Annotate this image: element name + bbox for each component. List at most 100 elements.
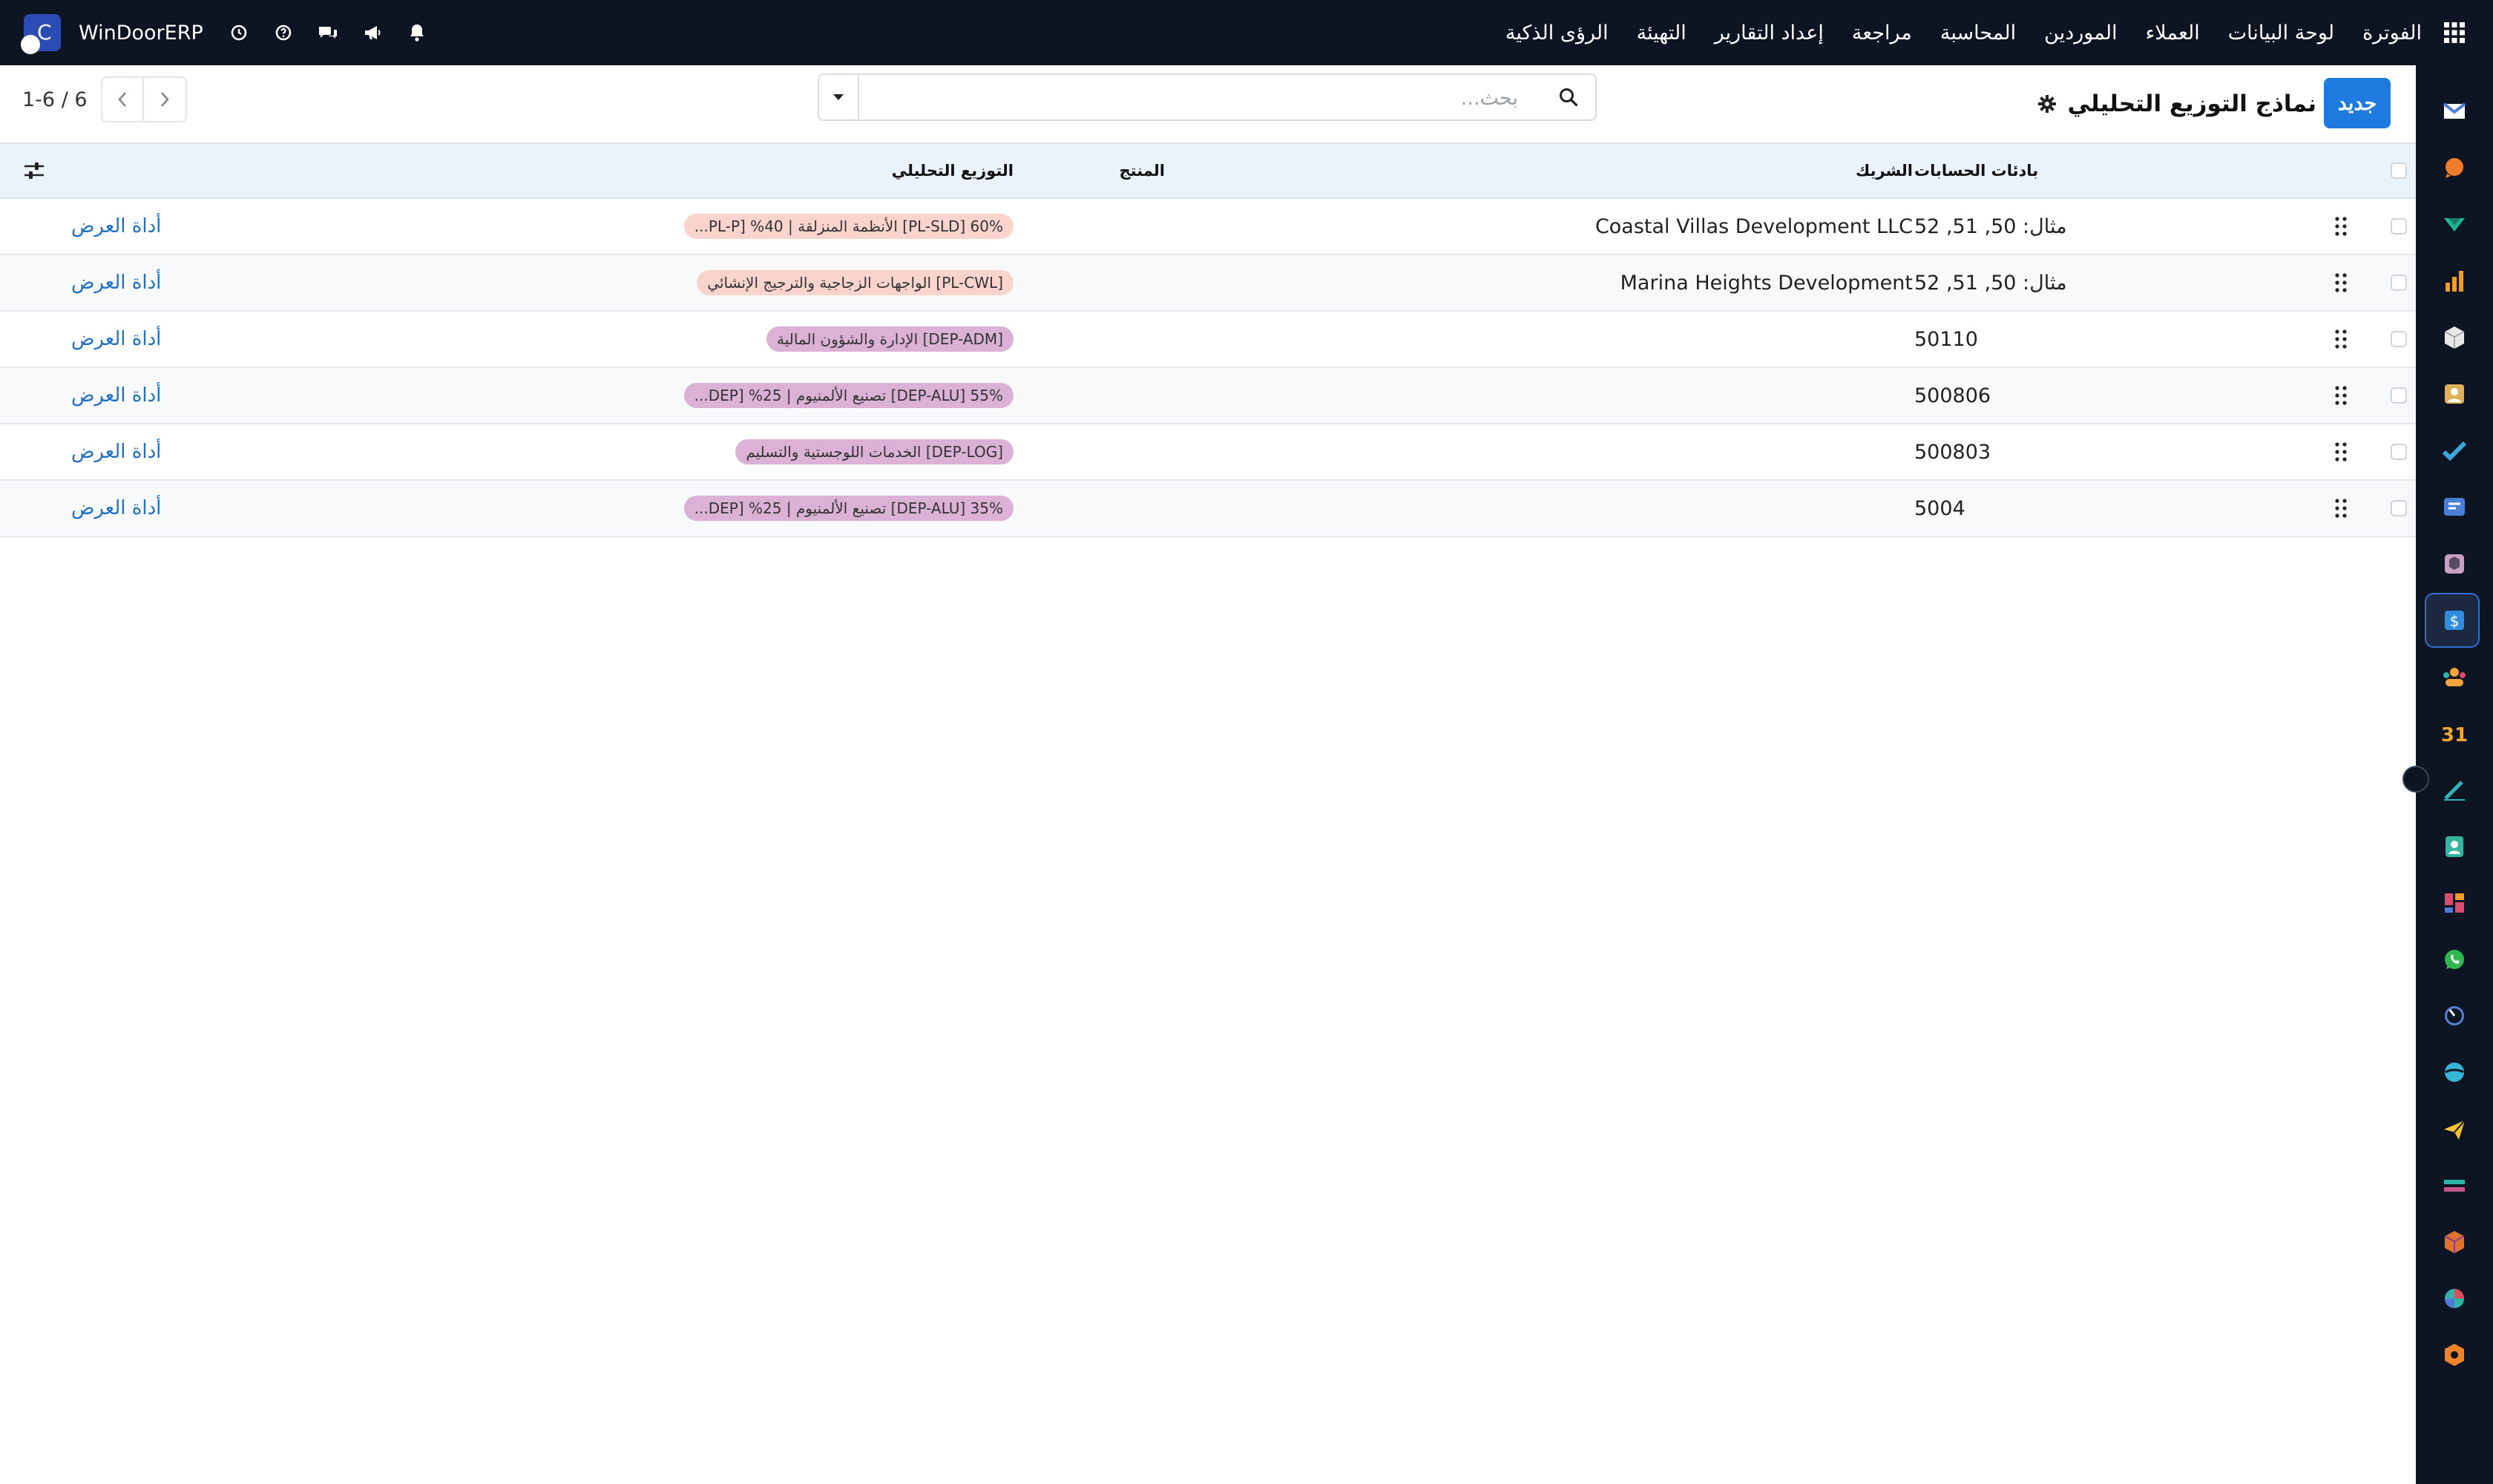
cube-icon[interactable] bbox=[2436, 1224, 2473, 1261]
cell-partner[interactable]: Marina Heights Development bbox=[1157, 255, 1913, 310]
cell-product[interactable] bbox=[1024, 481, 1165, 536]
cell-partner[interactable] bbox=[1157, 481, 1913, 536]
grid-icon[interactable] bbox=[2440, 18, 2469, 47]
pager-next-button[interactable] bbox=[143, 76, 187, 122]
cell-partner[interactable]: Coastal Villas Development LLC bbox=[1157, 199, 1913, 254]
view-tool-link[interactable]: أداة العرض bbox=[71, 328, 161, 350]
bell-icon[interactable] bbox=[402, 18, 432, 47]
table-row[interactable]: 5004 35% [DEP-ALU] تصنيع الألمنيوم | 25% … bbox=[0, 481, 2416, 537]
cell-partner[interactable] bbox=[1157, 368, 1913, 423]
box-icon[interactable] bbox=[2436, 545, 2473, 582]
accounting-icon[interactable]: $ bbox=[2436, 602, 2473, 639]
clock-icon[interactable] bbox=[224, 18, 254, 47]
send-icon[interactable] bbox=[2436, 1111, 2473, 1148]
cell-accounts[interactable]: 500803 bbox=[1914, 424, 2300, 479]
column-header-product[interactable]: المنتج bbox=[1024, 144, 1165, 197]
calendar-icon[interactable]: 31 bbox=[2436, 715, 2473, 752]
row-checkbox[interactable] bbox=[2391, 387, 2407, 404]
row-checkbox[interactable] bbox=[2391, 331, 2407, 347]
column-header-distribution[interactable]: التوزيع التحليلي bbox=[668, 144, 1014, 197]
hexagon-icon[interactable] bbox=[2436, 1336, 2473, 1373]
whatsapp-icon[interactable] bbox=[2436, 941, 2473, 978]
cell-accounts[interactable]: 500806 bbox=[1914, 368, 2300, 423]
view-tool-link[interactable]: أداة العرض bbox=[71, 272, 161, 294]
view-tool-link[interactable]: أداة العرض bbox=[71, 497, 161, 519]
cell-distribution[interactable]: 35% [DEP-ALU] تصنيع الألمنيوم | 25% [DEP… bbox=[668, 481, 1014, 536]
company-logo[interactable]: C bbox=[21, 14, 61, 54]
inventory-icon[interactable] bbox=[2436, 319, 2473, 356]
cell-partner[interactable] bbox=[1157, 424, 1913, 479]
sidebar-toggle[interactable] bbox=[2402, 766, 2429, 792]
dashboard-icon[interactable] bbox=[2436, 884, 2473, 922]
search-options-toggle[interactable] bbox=[819, 75, 859, 119]
menu-dashboard[interactable]: لوحة البيانات bbox=[2228, 22, 2334, 45]
pager-value[interactable]: 1-6 / 6 bbox=[22, 88, 88, 111]
view-tool-link[interactable]: أداة العرض bbox=[71, 215, 161, 237]
table-row[interactable]: 500806 55% [DEP-ALU] تصنيع الألمنيوم | 25… bbox=[0, 368, 2416, 424]
stripe-icon[interactable] bbox=[2436, 1167, 2473, 1204]
cell-accounts[interactable]: مثال: 50, 51, 52 bbox=[1914, 255, 2300, 310]
cell-distribution[interactable]: [DEP-LOG] الخدمات اللوجستية والتسليم bbox=[668, 424, 1014, 479]
drag-handle-icon[interactable] bbox=[2330, 481, 2352, 536]
pager-previous-button[interactable] bbox=[100, 76, 144, 122]
menu-smart-insights[interactable]: الرؤى الذكية bbox=[1505, 22, 1609, 45]
optional-columns-icon[interactable] bbox=[21, 144, 47, 197]
drag-handle-icon[interactable] bbox=[2330, 199, 2352, 254]
chat-icon[interactable] bbox=[313, 18, 343, 47]
column-header-accounts[interactable]: بادئات الحسابات bbox=[1914, 144, 2300, 197]
photo-icon[interactable] bbox=[2436, 375, 2473, 413]
view-tool-link[interactable]: أداة العرض bbox=[71, 384, 161, 407]
row-checkbox[interactable] bbox=[2391, 275, 2407, 291]
cell-accounts[interactable]: مثال: 50, 51, 52 bbox=[1914, 199, 2300, 254]
menu-reporting[interactable]: إعداد التقارير bbox=[1715, 22, 1824, 45]
menu-accounting[interactable]: المحاسبة bbox=[1940, 22, 2016, 45]
menu-customers[interactable]: العملاء bbox=[2146, 22, 2200, 45]
chat-window-icon[interactable] bbox=[2436, 488, 2473, 525]
menu-review[interactable]: مراجعة bbox=[1852, 22, 1912, 45]
menu-configuration[interactable]: التهيئة bbox=[1637, 22, 1686, 45]
employees-icon[interactable] bbox=[2436, 658, 2473, 695]
search-input[interactable] bbox=[864, 79, 1520, 116]
row-checkbox[interactable] bbox=[2391, 218, 2407, 234]
search-icon[interactable] bbox=[1555, 84, 1582, 111]
cell-product[interactable] bbox=[1024, 368, 1165, 423]
cell-partner[interactable] bbox=[1157, 312, 1913, 367]
website-icon[interactable] bbox=[2436, 1054, 2473, 1091]
sign-icon[interactable] bbox=[2436, 771, 2473, 808]
row-checkbox[interactable] bbox=[2391, 500, 2407, 516]
gmail-icon[interactable] bbox=[2436, 93, 2473, 130]
cell-distribution[interactable]: [DEP-ADM] الإدارة والشؤون المالية bbox=[668, 312, 1014, 367]
cell-distribution[interactable]: 60% [PL-SLD] الأنظمة المنزلقة | 40% [PL-… bbox=[668, 199, 1014, 254]
select-all-checkbox[interactable] bbox=[2391, 162, 2407, 179]
column-header-partner[interactable]: الشريك bbox=[1157, 144, 1913, 197]
cell-distribution[interactable]: [PL-CWL] الواجهات الزجاجية والترجيج الإن… bbox=[668, 255, 1014, 310]
menu-vendors[interactable]: الموردين bbox=[2044, 22, 2117, 45]
drag-handle-icon[interactable] bbox=[2330, 255, 2352, 310]
cell-accounts[interactable]: 5004 bbox=[1914, 481, 2300, 536]
menu-billing[interactable]: الفوترة bbox=[2362, 22, 2422, 45]
table-row[interactable]: مثال: 50, 51, 52 Coastal Villas Developme… bbox=[0, 199, 2416, 255]
reports-icon[interactable] bbox=[2436, 263, 2473, 300]
cell-product[interactable] bbox=[1024, 255, 1165, 310]
discuss-icon[interactable] bbox=[2436, 149, 2473, 186]
company-name[interactable]: WinDoorERP bbox=[79, 22, 203, 45]
gear-icon[interactable] bbox=[2037, 94, 2057, 114]
help-icon[interactable] bbox=[269, 18, 298, 47]
cell-product[interactable] bbox=[1024, 312, 1165, 367]
crm-icon[interactable] bbox=[2436, 206, 2473, 243]
cell-product[interactable] bbox=[1024, 424, 1165, 479]
drag-handle-icon[interactable] bbox=[2330, 312, 2352, 367]
cell-accounts[interactable]: 50110 bbox=[1914, 312, 2300, 367]
pie-icon[interactable] bbox=[2436, 1280, 2473, 1317]
table-row[interactable]: 500803 [DEP-LOG] الخدمات اللوجستية والتسل… bbox=[0, 424, 2416, 481]
drag-handle-icon[interactable] bbox=[2330, 368, 2352, 423]
timer-icon[interactable] bbox=[2436, 997, 2473, 1034]
cell-product[interactable] bbox=[1024, 199, 1165, 254]
row-checkbox[interactable] bbox=[2391, 444, 2407, 460]
contacts-icon[interactable] bbox=[2436, 828, 2473, 865]
table-row[interactable]: 50110 [DEP-ADM] الإدارة والشؤون المالية أد… bbox=[0, 312, 2416, 368]
drag-handle-icon[interactable] bbox=[2330, 424, 2352, 479]
new-button[interactable]: جديد bbox=[2324, 78, 2391, 128]
cell-distribution[interactable]: 55% [DEP-ALU] تصنيع الألمنيوم | 25% [DEP… bbox=[668, 368, 1014, 423]
check-icon[interactable] bbox=[2436, 432, 2473, 469]
